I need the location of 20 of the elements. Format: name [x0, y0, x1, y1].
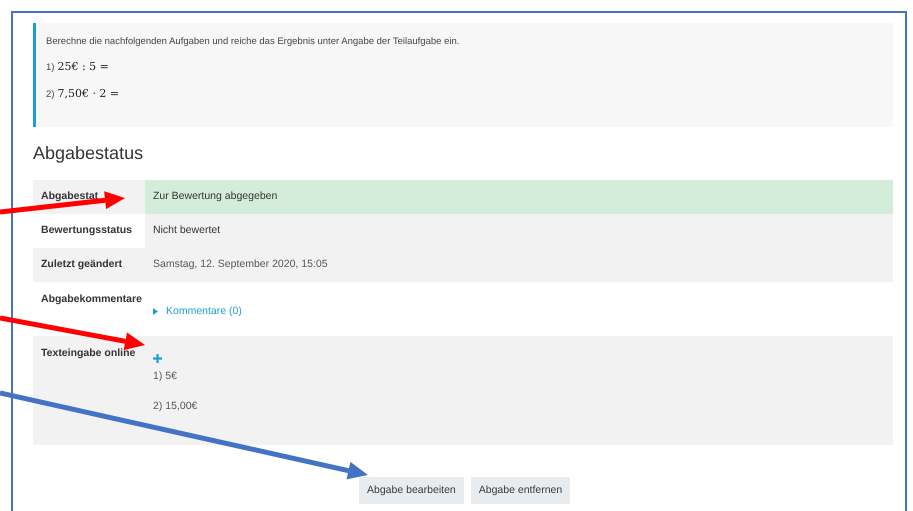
row-label: Abgabekommentare	[41, 292, 142, 307]
row-value: Samstag, 12. September 2020, 15:05	[153, 257, 328, 272]
row-label: Zuletzt geändert	[41, 257, 122, 272]
task-formula: 7,50€ · 2 =	[57, 86, 120, 102]
row-value: Zur Bewertung abgegeben	[153, 189, 278, 204]
task-number: 2)	[46, 88, 54, 102]
answer-line: 1) 5€	[153, 369, 178, 384]
task-formula: 25€ : 5 =	[57, 59, 109, 76]
section-heading: Abgabestatus	[33, 142, 144, 165]
caret-icon	[153, 308, 158, 316]
task-number: 1)	[46, 61, 54, 76]
row-label: Texteingabe online	[41, 346, 136, 361]
submission-button[interactable]: Abgabe bearbeiten	[359, 477, 464, 504]
plus-icon[interactable]	[153, 354, 162, 363]
instruction-text: Berechne die nachfolgenden Aufgaben und reiche das Ergebnis unter Angabe der Teilaufgabe ein.	[46, 35, 460, 49]
submission-button[interactable]: Abgabe entfernen	[470, 477, 570, 504]
answer-line: 2) 15,00€	[153, 398, 198, 414]
row-label: Abgabestat	[41, 189, 98, 204]
row-label: Bewertungsstatus	[41, 223, 132, 238]
row-value: Nicht bewertet	[153, 223, 220, 238]
